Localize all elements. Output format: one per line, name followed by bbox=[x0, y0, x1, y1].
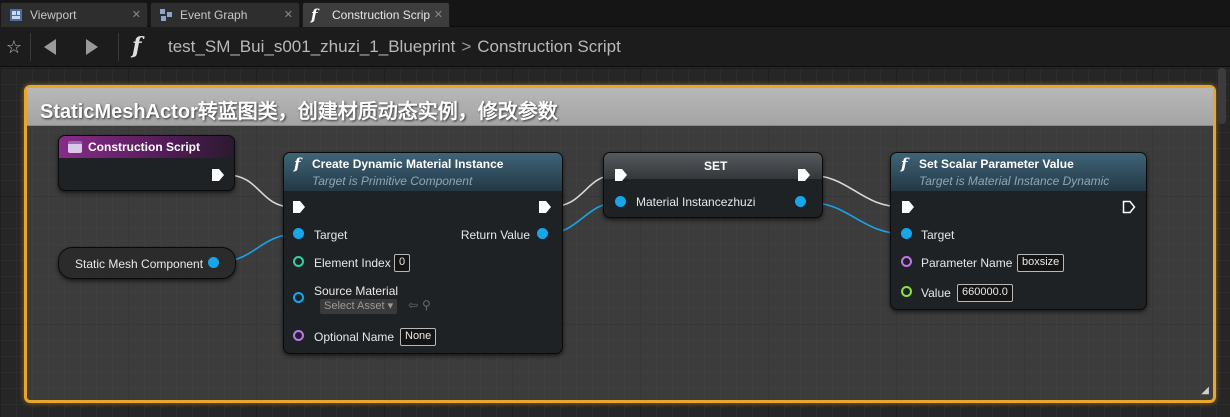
breadcrumb-graph[interactable]: Construction Script bbox=[477, 37, 621, 56]
use-selected-arrow-icon[interactable]: ⇦ bbox=[408, 298, 418, 312]
variable-out-pin[interactable] bbox=[795, 196, 806, 207]
vertical-scrollbar[interactable] bbox=[1218, 68, 1226, 124]
resize-grip-icon[interactable]: ◢ bbox=[1201, 385, 1209, 396]
set-variable-node[interactable]: SET Material Instancezhuzi bbox=[603, 152, 823, 218]
tab-label: Event Graph bbox=[180, 8, 248, 22]
target-pin[interactable] bbox=[901, 228, 912, 239]
element-index-label: Element Index bbox=[314, 256, 391, 270]
target-pin[interactable] bbox=[293, 228, 304, 239]
graph-toolbar: ☆ f test_SM_Bui_s001_zhuzi_1_Blueprint > C… bbox=[0, 27, 1230, 67]
chevron-down-icon: ▾ bbox=[387, 300, 394, 312]
element-index-pin[interactable] bbox=[293, 256, 304, 267]
exec-in-pin[interactable] bbox=[614, 168, 628, 182]
tab-event-graph[interactable]: Event Graph ✕ bbox=[150, 2, 300, 27]
create-dynamic-material-instance-node[interactable]: f Create Dynamic Material Instance Targe… bbox=[283, 152, 563, 354]
exec-out-pin[interactable] bbox=[538, 200, 552, 214]
variable-label: Material Instancezhuzi bbox=[636, 195, 756, 209]
variable-in-pin[interactable] bbox=[615, 196, 626, 207]
function-icon: f bbox=[311, 6, 318, 24]
node-subtitle: Target is Material Instance Dynamic bbox=[919, 174, 1110, 188]
exec-out-pin[interactable] bbox=[797, 168, 811, 182]
tab-construction-script[interactable]: f Construction Scrip ✕ bbox=[302, 2, 450, 27]
close-icon[interactable]: ✕ bbox=[284, 8, 293, 21]
value-field[interactable]: 660000.0 bbox=[957, 284, 1013, 302]
comment-title: StaticMeshActor转蓝图类，创建材质动态实例，修改参数 bbox=[40, 101, 558, 123]
back-arrow-icon[interactable] bbox=[38, 35, 62, 59]
parameter-name-field[interactable]: boxsize bbox=[1017, 254, 1065, 272]
exec-out-pin[interactable] bbox=[211, 168, 225, 182]
variable-label: Static Mesh Component bbox=[75, 257, 204, 271]
tab-bar: Viewport ✕ Event Graph ✕ f Construction … bbox=[0, 0, 1230, 27]
exec-in-pin[interactable] bbox=[901, 200, 915, 214]
function-icon: f bbox=[901, 155, 908, 173]
optional-name-label: Optional Name bbox=[314, 330, 395, 344]
optional-name-field[interactable]: None bbox=[400, 328, 437, 346]
exec-in-pin[interactable] bbox=[292, 200, 306, 214]
tab-viewport[interactable]: Viewport ✕ bbox=[0, 2, 148, 27]
node-title: Set Scalar Parameter Value bbox=[919, 157, 1074, 171]
exec-out-pin[interactable] bbox=[1122, 200, 1136, 214]
breadcrumb-separator: > bbox=[461, 37, 472, 56]
event-icon bbox=[68, 141, 82, 153]
target-label: Target bbox=[921, 228, 955, 242]
target-label: Target bbox=[314, 228, 348, 242]
tab-label: Viewport bbox=[30, 8, 77, 22]
browse-search-icon[interactable]: ⚲ bbox=[422, 298, 431, 312]
source-material-pin[interactable] bbox=[293, 292, 304, 303]
toolbar-separator bbox=[30, 33, 31, 61]
parameter-name-label: Parameter Name bbox=[921, 256, 1013, 270]
return-value-label: Return Value bbox=[460, 228, 530, 242]
select-asset-dropdown[interactable]: Select Asset ▾ bbox=[320, 299, 398, 314]
return-value-pin[interactable] bbox=[537, 228, 548, 239]
star-icon[interactable]: ☆ bbox=[2, 35, 26, 59]
node-title: Create Dynamic Material Instance bbox=[312, 157, 504, 171]
tab-label: Construction Scrip bbox=[332, 8, 431, 22]
select-asset-label: Select Asset bbox=[324, 300, 385, 312]
node-subtitle: Target is Primitive Component bbox=[312, 174, 473, 188]
element-index-field[interactable]: 0 bbox=[394, 254, 411, 272]
object-out-pin[interactable] bbox=[208, 257, 219, 268]
close-icon[interactable]: ✕ bbox=[434, 8, 443, 21]
breadcrumb-blueprint[interactable]: test_SM_Bui_s001_zhuzi_1_Blueprint bbox=[168, 37, 455, 56]
function-icon: f bbox=[132, 33, 142, 59]
source-material-label: Source Material bbox=[314, 284, 399, 298]
parameter-name-pin[interactable] bbox=[901, 256, 912, 267]
set-scalar-parameter-value-node[interactable]: f Set Scalar Parameter Value Target is M… bbox=[890, 152, 1147, 310]
viewport-icon bbox=[9, 8, 23, 22]
toolbar-separator bbox=[118, 33, 119, 61]
function-icon: f bbox=[294, 155, 301, 173]
breadcrumb: test_SM_Bui_s001_zhuzi_1_Blueprint > Const… bbox=[168, 37, 621, 57]
close-icon[interactable]: ✕ bbox=[132, 8, 141, 21]
node-title: Construction Script bbox=[88, 140, 201, 154]
value-pin[interactable] bbox=[901, 286, 912, 297]
optional-name-pin[interactable] bbox=[293, 330, 304, 341]
forward-arrow-icon[interactable] bbox=[80, 35, 104, 59]
value-label: Value bbox=[921, 286, 951, 300]
event-graph-icon bbox=[159, 8, 173, 22]
node-title: SET bbox=[704, 159, 728, 173]
comment-header[interactable]: StaticMeshActor转蓝图类，创建材质动态实例，修改参数 bbox=[27, 88, 1213, 126]
construction-script-node[interactable]: Construction Script bbox=[58, 135, 235, 191]
